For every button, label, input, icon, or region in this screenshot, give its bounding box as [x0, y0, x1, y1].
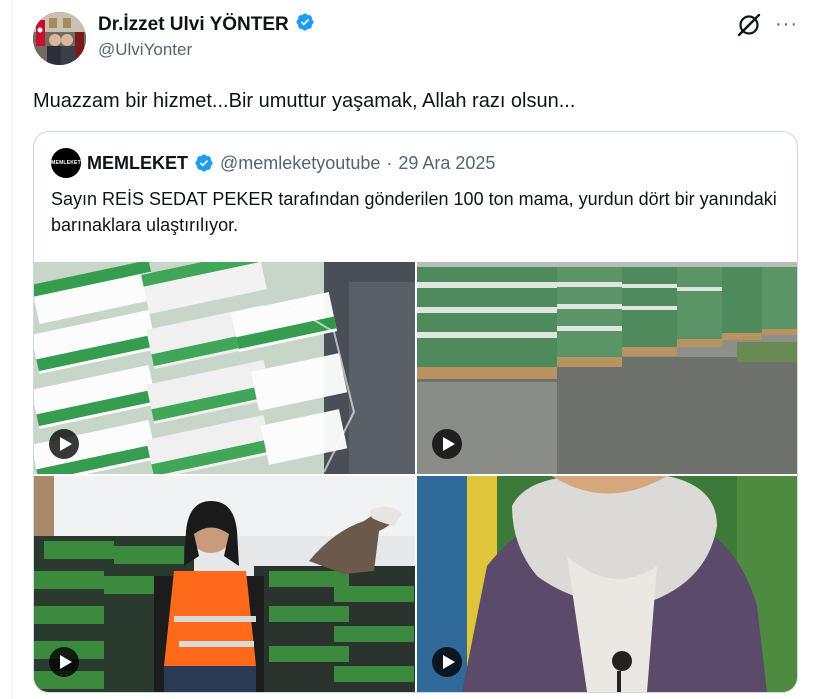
video-thumbnail-3[interactable] [34, 476, 415, 692]
video-thumbnail-2[interactable] [417, 262, 797, 474]
video-thumbnail-1[interactable] [34, 262, 415, 474]
grok-icon[interactable] [736, 12, 762, 38]
more-options-icon[interactable]: ··· [775, 10, 799, 38]
quoted-avatar-logo-text: MEMLEKET [51, 160, 81, 166]
verified-badge-icon [295, 12, 315, 38]
quoted-post-text: Sayın REİS SEDAT PEKER tarafından gönder… [51, 189, 777, 235]
verified-badge-icon [194, 153, 214, 173]
author-name-row[interactable]: Dr.İzzet Ulvi YÖNTER [98, 12, 315, 38]
author-name[interactable]: Dr.İzzet Ulvi YÖNTER [98, 14, 289, 36]
media-grid [34, 262, 797, 692]
quoted-post-header: MEMLEKET MEMLEKET @memleketyoutube · 29 … [51, 148, 495, 178]
play-icon[interactable] [49, 429, 79, 459]
quoted-post-date[interactable]: 29 Ara 2025 [398, 153, 495, 174]
thread-divider [12, 0, 13, 699]
meta-separator: · [386, 152, 393, 173]
play-icon[interactable] [432, 429, 462, 459]
quoted-author-name[interactable]: MEMLEKET [87, 153, 188, 174]
author-avatar[interactable] [33, 12, 86, 65]
quoted-author-handle[interactable]: @memleketyoutube [220, 153, 380, 174]
author-handle[interactable]: @UlviYonter [98, 40, 192, 60]
play-icon[interactable] [49, 647, 79, 677]
quoted-author-avatar[interactable]: MEMLEKET [51, 148, 81, 178]
quoted-post[interactable]: MEMLEKET MEMLEKET @memleketyoutube · 29 … [33, 131, 798, 693]
post-text: Muazzam bir hizmet...Bir umuttur yaşamak… [33, 90, 576, 112]
video-thumbnail-4[interactable] [417, 476, 797, 692]
play-icon[interactable] [432, 647, 462, 677]
